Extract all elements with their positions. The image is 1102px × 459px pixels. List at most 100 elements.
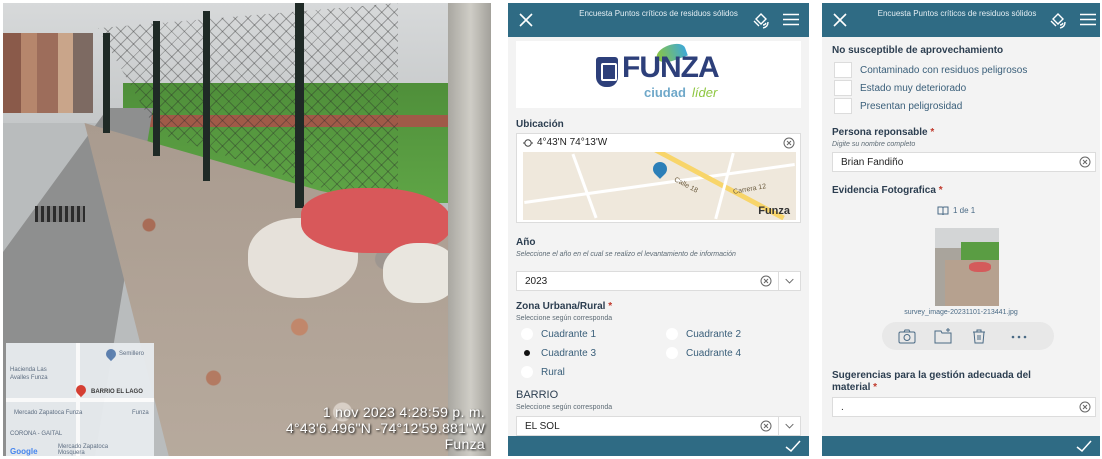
radio-dot <box>521 366 533 378</box>
photo-toolbar <box>882 322 1054 350</box>
trash-icon[interactable] <box>970 328 988 344</box>
radio-cuadrante-3[interactable]: Cuadrante 3 <box>524 348 597 359</box>
close-icon[interactable] <box>516 10 536 30</box>
photo-timestamp-overlay: 1 nov 2023 4:28:59 p. m. 4°43'6.496"N -7… <box>286 404 485 452</box>
satellite-gps-icon[interactable] <box>1048 11 1066 29</box>
required-mark: * <box>938 185 943 196</box>
photo-buildings <box>3 33 93 113</box>
sugerencias-label-line1: Sugerencias para la gestión adecuada del <box>832 370 1031 381</box>
add-folder-icon[interactable] <box>934 328 952 344</box>
map-pin-icon <box>103 346 119 362</box>
barrio-hint: Seleccione según corresponda <box>516 404 613 411</box>
checkbox-box <box>834 62 852 78</box>
responsable-label-text: Persona reponsable <box>832 127 928 138</box>
book-icon <box>937 206 949 216</box>
responsable-hint: Digite su nombre completo <box>832 141 916 148</box>
radio-dot-selected <box>524 350 530 356</box>
coat-of-arms-icon <box>596 57 618 87</box>
sugerencias-value: . <box>841 402 844 413</box>
clear-icon[interactable] <box>760 420 772 432</box>
barrio-value: EL SOL <box>525 421 560 432</box>
more-options-icon[interactable] <box>1010 328 1028 344</box>
logo-sub2-text: líder <box>692 85 718 100</box>
radio-dot <box>666 347 678 359</box>
map-street-label: Carrera 12 <box>732 183 767 196</box>
fence-post <box>153 21 160 156</box>
chevron-down-icon[interactable] <box>778 416 800 436</box>
survey-screen-2: Encuesta Puntos críticos de residuos sól… <box>822 3 1100 456</box>
responsable-value: Brian Fandiño <box>841 157 904 168</box>
anio-select[interactable]: 2023 <box>516 271 801 291</box>
responsable-input[interactable]: Brian Fandiño <box>832 152 1096 172</box>
screenshot-composite: Semillero Hacienda Las Avalles Funza BAR… <box>0 0 1102 459</box>
clear-icon[interactable] <box>783 137 795 149</box>
anio-hint: Seleccione el año en el cual se realizo … <box>516 251 736 258</box>
radio-dot <box>666 328 678 340</box>
location-mini-map: Semillero Hacienda Las Avalles Funza BAR… <box>6 343 154 456</box>
logo-sub-text: ciudad <box>644 85 686 100</box>
stamp-date: 1 nov 2023 4:28:59 p. m. <box>322 404 485 420</box>
checkbox-box <box>834 80 852 96</box>
survey-title: Encuesta Puntos críticos de residuos sól… <box>579 9 738 18</box>
menu-icon[interactable] <box>1080 13 1096 26</box>
map-label: BARRIO EL LAGO <box>91 389 143 395</box>
fence-post <box>295 3 304 208</box>
clear-icon[interactable] <box>760 275 772 287</box>
map-label: Funza <box>132 410 149 416</box>
barrio-label: BARRIO <box>516 389 559 401</box>
radio-dot <box>521 328 533 340</box>
checkbox-peligrosidad[interactable]: Presentan peligrosidad <box>834 98 963 114</box>
chevron-down-icon[interactable] <box>778 271 800 291</box>
zona-label-text: Zona Urbana/Rural <box>516 301 606 312</box>
location-field[interactable]: 4°43'N 74°13'W Calle 18 Carrera 12 Funza <box>516 133 801 223</box>
zona-hint: Seleccione según corresponda <box>516 315 613 322</box>
camera-icon[interactable] <box>898 328 916 344</box>
radio-cuadrante-1[interactable]: Cuadrante 1 <box>521 328 596 340</box>
bottom-bar <box>508 436 809 456</box>
checkbox-label: Presentan peligrosidad <box>860 101 963 112</box>
checkbox-deteriorado[interactable]: Estado muy deteriorado <box>834 80 966 96</box>
required-mark: * <box>608 301 613 312</box>
radio-label: Rural <box>541 367 565 378</box>
checkbox-contaminado[interactable]: Contaminado con residuos peligrosos <box>834 62 1028 78</box>
map-road <box>6 398 154 402</box>
survey-title: Encuesta Puntos críticos de residuos sól… <box>877 9 1037 18</box>
evidencia-label: Evidencia Fotografica * <box>832 185 943 196</box>
required-mark: * <box>873 382 878 393</box>
google-logo: Google <box>10 447 38 456</box>
zona-label: Zona Urbana/Rural * <box>516 301 612 312</box>
logo-main-text: FUNZA <box>622 51 720 84</box>
close-icon[interactable] <box>830 10 850 30</box>
radio-cuadrante-2[interactable]: Cuadrante 2 <box>666 328 741 340</box>
satellite-gps-icon[interactable] <box>751 11 769 29</box>
evidence-photo-thumbnail[interactable] <box>935 228 999 306</box>
anio-label: Año <box>516 237 536 248</box>
barrio-select[interactable]: EL SOL <box>516 416 801 436</box>
concrete-pole <box>448 3 491 456</box>
sugerencias-input[interactable]: . <box>832 397 1096 417</box>
map-town-label: Funza <box>758 205 790 217</box>
menu-icon[interactable] <box>783 13 799 26</box>
radio-cuadrante-4[interactable]: Cuadrante 4 <box>666 347 742 359</box>
location-map[interactable]: Calle 18 Carrera 12 Funza <box>523 152 796 220</box>
submit-check-icon[interactable] <box>785 439 801 453</box>
checkbox-box <box>834 98 852 114</box>
clear-icon[interactable] <box>1079 401 1091 413</box>
map-road <box>571 153 598 219</box>
waste-bag <box>383 243 458 303</box>
map-label: Avalles Funza <box>10 375 48 381</box>
clear-icon[interactable] <box>1079 156 1091 168</box>
anio-value: 2023 <box>525 276 548 287</box>
storm-drain <box>35 206 85 222</box>
radio-label: Cuadrante 3 <box>541 348 597 359</box>
submit-check-icon[interactable] <box>1076 439 1092 453</box>
checkbox-label: Contaminado con residuos peligrosos <box>860 65 1028 76</box>
municipality-logo: FUNZA ciudad líder <box>516 40 801 108</box>
radio-rural[interactable]: Rural <box>521 366 565 378</box>
map-label: Mosquera <box>58 450 85 456</box>
fence-post <box>103 33 110 133</box>
location-value: 4°43'N 74°13'W <box>537 137 608 148</box>
thumb-grass <box>961 242 999 262</box>
radio-label: Cuadrante 4 <box>686 348 742 359</box>
map-label: Hacienda Las <box>10 367 47 373</box>
